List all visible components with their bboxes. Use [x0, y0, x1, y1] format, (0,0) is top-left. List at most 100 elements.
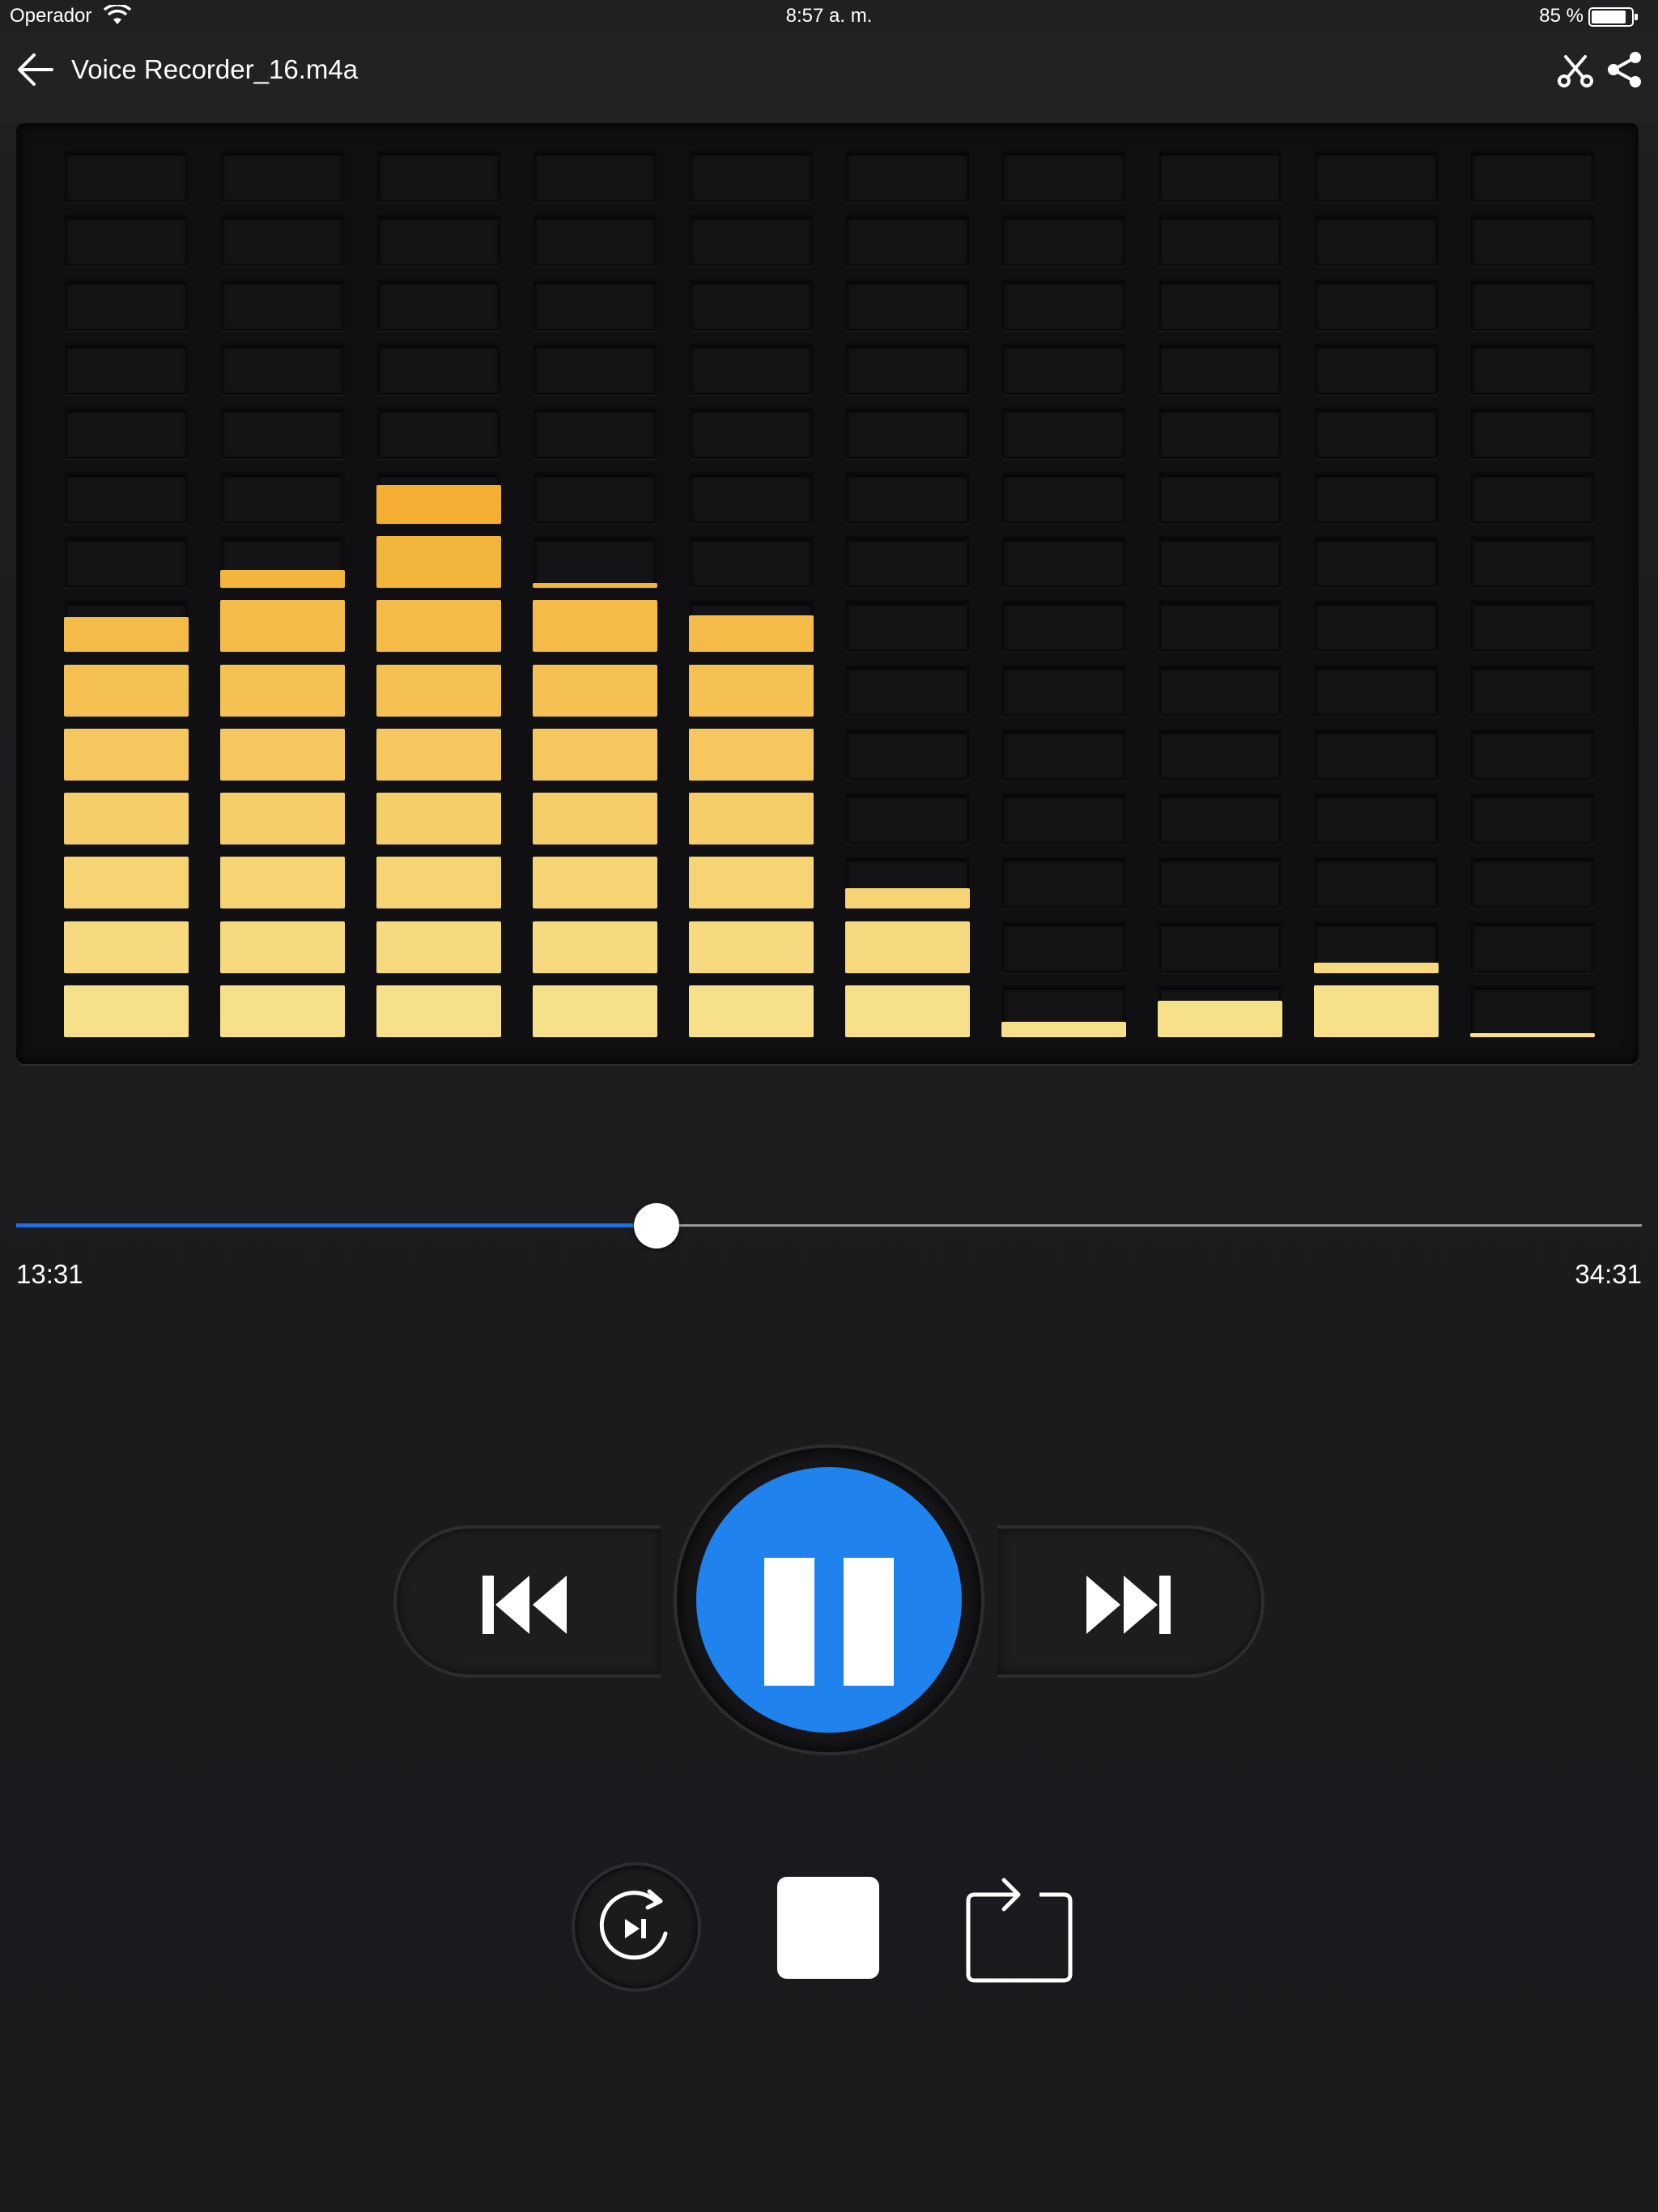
- equalizer-level-segment: [64, 664, 189, 717]
- seek-bar[interactable]: [16, 1203, 1642, 1249]
- equalizer-cell: [1001, 535, 1126, 588]
- next-button[interactable]: [997, 1525, 1265, 1678]
- equalizer-cell: [1001, 728, 1126, 781]
- equalizer-level-segment: [376, 985, 501, 1037]
- previous-button[interactable]: [393, 1525, 661, 1678]
- equalizer-level-segment: [376, 857, 501, 909]
- equalizer-cell: [1470, 151, 1595, 203]
- equalizer-cell: [220, 471, 345, 524]
- equalizer-cell: [220, 279, 345, 331]
- equalizer-level-segment: [533, 793, 657, 845]
- equalizer-cell: [845, 535, 970, 588]
- equalizer-level-segment: [220, 664, 345, 717]
- equalizer-band-9: [1314, 123, 1439, 1064]
- equalizer-cell: [1001, 664, 1126, 717]
- equalizer-cell: [1470, 343, 1595, 395]
- equalizer-cell: [1001, 793, 1126, 845]
- equalizer-level-segment: [376, 921, 501, 973]
- equalizer-cell: [64, 407, 189, 460]
- equalizer-cell: [1314, 664, 1439, 717]
- equalizer-level-segment: [689, 985, 814, 1037]
- equalizer-cell: [845, 279, 970, 331]
- equalizer-level-segment: [689, 664, 814, 717]
- elapsed-time: 13:31: [16, 1259, 83, 1289]
- battery-icon: [1588, 7, 1638, 27]
- equalizer-cell: [1470, 215, 1595, 267]
- equalizer-band-6: [845, 123, 970, 1064]
- pause-icon: [844, 1558, 894, 1686]
- equalizer-cell: [1314, 407, 1439, 460]
- equalizer-level-segment: [689, 728, 814, 781]
- seek-thumb[interactable]: [634, 1203, 680, 1249]
- equalizer-cell: [1314, 215, 1439, 267]
- pause-button[interactable]: [696, 1467, 962, 1733]
- equalizer-level-segment: [64, 617, 189, 653]
- equalizer-cell: [1470, 407, 1595, 460]
- total-time: 34:31: [1575, 1259, 1642, 1289]
- equalizer-cell: [845, 407, 970, 460]
- equalizer-cell: [1470, 600, 1595, 653]
- equalizer-cell: [1470, 279, 1595, 331]
- equalizer-cell: [1158, 793, 1282, 845]
- equalizer-level-segment: [1470, 1032, 1595, 1037]
- equalizer-cell: [1470, 535, 1595, 588]
- equalizer-cell: [376, 343, 501, 395]
- equalizer-level-segment: [220, 600, 345, 653]
- equalizer-band-2: [220, 123, 345, 1064]
- equalizer-level-segment: [533, 728, 657, 781]
- equalizer-cell: [376, 279, 501, 331]
- equalizer-cell: [64, 535, 189, 588]
- equalizer-cell: [689, 343, 814, 395]
- top-app-bar: Voice Recorder_16.m4a: [0, 34, 1658, 123]
- equalizer-cell: [220, 343, 345, 395]
- equalizer-level-segment: [533, 857, 657, 909]
- equalizer-level-segment: [689, 615, 814, 653]
- equalizer-cell: [689, 471, 814, 524]
- equalizer-level-segment: [376, 600, 501, 653]
- equalizer-level-segment: [1001, 1021, 1126, 1037]
- equalizer-cell: [1158, 921, 1282, 973]
- arrow-left-icon[interactable]: [16, 52, 55, 87]
- equalizer-cell: [1470, 793, 1595, 845]
- equalizer-cell: [1470, 664, 1595, 717]
- status-time: 8:57 a. m.: [785, 5, 873, 27]
- equalizer-level-segment: [220, 728, 345, 781]
- equalizer-cell: [1001, 151, 1126, 203]
- equalizer-level-segment: [533, 985, 657, 1037]
- equalizer-cell: [1314, 600, 1439, 653]
- replay-skip-button[interactable]: [572, 1862, 701, 1992]
- equalizer-cell: [689, 535, 814, 588]
- equalizer-band-7: [1001, 123, 1126, 1064]
- share-icon[interactable]: [1606, 50, 1643, 89]
- equalizer-level-segment: [1158, 1001, 1282, 1037]
- equalizer-cell: [1001, 407, 1126, 460]
- equalizer-cell: [845, 664, 970, 717]
- equalizer-cell: [1001, 215, 1126, 267]
- equalizer-cell: [1314, 728, 1439, 781]
- equalizer-cell: [845, 728, 970, 781]
- equalizer-cell: [533, 151, 657, 203]
- equalizer-level-segment: [64, 728, 189, 781]
- equalizer-cell: [1001, 343, 1126, 395]
- repeat-button[interactable]: [965, 1872, 1077, 1984]
- equalizer-visualizer: [16, 123, 1639, 1064]
- equalizer-cell: [220, 151, 345, 203]
- scissors-icon[interactable]: [1556, 50, 1595, 89]
- equalizer-cell: [1470, 857, 1595, 909]
- equalizer-level-segment: [64, 985, 189, 1037]
- equalizer-cell: [845, 471, 970, 524]
- equalizer-cell: [1314, 343, 1439, 395]
- equalizer-band-1: [64, 123, 189, 1064]
- equalizer-cell: [1158, 535, 1282, 588]
- equalizer-cell: [1158, 600, 1282, 653]
- equalizer-cell: [1158, 151, 1282, 203]
- equalizer-level-segment: [1314, 962, 1439, 973]
- equalizer-level-segment: [845, 921, 970, 973]
- equalizer-cell: [1158, 279, 1282, 331]
- equalizer-level-segment: [689, 857, 814, 909]
- equalizer-level-segment: [533, 921, 657, 973]
- stop-button[interactable]: [777, 1877, 879, 1979]
- equalizer-level-segment: [64, 921, 189, 973]
- equalizer-cell: [1001, 857, 1126, 909]
- recording-title: Voice Recorder_16.m4a: [71, 54, 359, 84]
